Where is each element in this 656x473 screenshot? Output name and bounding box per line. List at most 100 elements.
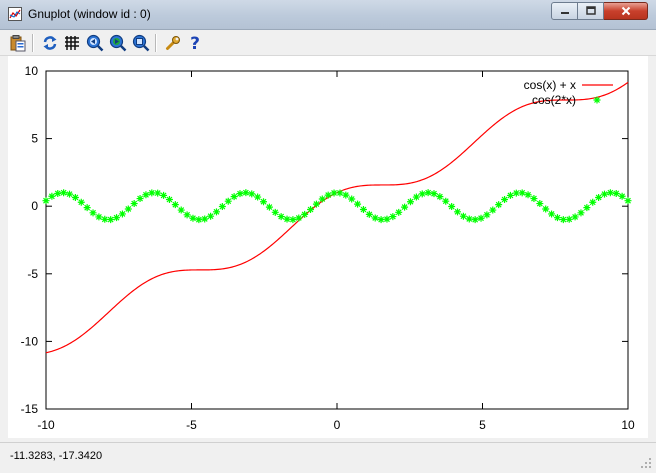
data-point bbox=[618, 192, 626, 200]
data-point bbox=[165, 195, 173, 203]
data-point bbox=[389, 213, 397, 221]
data-point bbox=[495, 201, 503, 209]
data-point bbox=[236, 190, 244, 198]
data-point bbox=[571, 213, 579, 221]
data-point bbox=[89, 209, 97, 217]
y-tick-label: -10 bbox=[21, 334, 39, 348]
data-point bbox=[113, 214, 121, 222]
series-points-cos-2x bbox=[42, 189, 632, 224]
grid-button[interactable] bbox=[62, 33, 82, 53]
y-tick-label: -15 bbox=[21, 402, 39, 416]
clipboard-icon bbox=[10, 35, 26, 52]
data-point bbox=[318, 195, 326, 203]
data-point bbox=[436, 193, 444, 201]
data-point bbox=[471, 216, 479, 224]
gnuplot-app-icon bbox=[8, 7, 22, 21]
close-button[interactable] bbox=[604, 2, 648, 20]
data-point bbox=[301, 210, 309, 218]
chart: -10 -5 0 5 10 10 5 0 -5 -10 -15 cos(x) + xcos(2*x) bbox=[21, 64, 635, 432]
data-point bbox=[501, 195, 509, 203]
autoscale-button[interactable] bbox=[131, 33, 151, 53]
zoom-next-button[interactable] bbox=[108, 33, 128, 53]
data-point bbox=[395, 208, 403, 216]
data-point bbox=[448, 203, 456, 211]
data-point bbox=[359, 206, 367, 214]
grid-icon bbox=[65, 36, 79, 50]
data-point bbox=[595, 193, 603, 201]
toolbar: ? bbox=[0, 30, 656, 56]
y-tick-label: -5 bbox=[27, 267, 38, 281]
autoscale-icon bbox=[132, 34, 150, 52]
data-point bbox=[177, 206, 185, 214]
zoom-next-icon bbox=[109, 34, 127, 52]
y-tick-label: 0 bbox=[31, 199, 38, 213]
data-point bbox=[577, 209, 585, 217]
data-point bbox=[42, 197, 50, 205]
help-icon: ? bbox=[190, 34, 200, 52]
plot-area[interactable]: -10 -5 0 5 10 10 5 0 -5 -10 -15 cos(x) + x cos(2*x) bbox=[8, 56, 648, 438]
zoom-previous-button[interactable] bbox=[85, 33, 105, 53]
data-point bbox=[442, 197, 450, 205]
series-line-cos-x-plus-x bbox=[45, 81, 629, 354]
title-bar[interactable]: Gnuplot (window id : 0) bbox=[0, 0, 656, 30]
data-point bbox=[418, 190, 426, 198]
data-point bbox=[542, 205, 550, 213]
data-point bbox=[342, 191, 350, 199]
data-point bbox=[124, 205, 132, 213]
data-point bbox=[348, 195, 356, 203]
data-point bbox=[589, 198, 597, 206]
y-tick-label: 5 bbox=[31, 132, 38, 146]
options-button[interactable] bbox=[163, 33, 183, 53]
data-point bbox=[307, 206, 315, 214]
data-point bbox=[83, 204, 91, 212]
data-point bbox=[465, 215, 473, 223]
data-point bbox=[606, 189, 614, 197]
data-point bbox=[242, 189, 250, 197]
data-point bbox=[54, 189, 62, 197]
svg-text:?: ? bbox=[190, 34, 200, 52]
maximize-button[interactable] bbox=[578, 2, 604, 20]
data-point bbox=[371, 214, 379, 222]
data-point bbox=[530, 195, 538, 203]
help-button[interactable]: ? bbox=[185, 33, 205, 53]
data-point bbox=[583, 204, 591, 212]
data-point bbox=[218, 203, 226, 211]
data-point bbox=[365, 210, 373, 218]
data-point bbox=[271, 208, 279, 216]
data-point bbox=[354, 200, 362, 208]
minimize-button[interactable] bbox=[551, 2, 578, 20]
data-point bbox=[136, 195, 144, 203]
maximize-icon bbox=[585, 6, 596, 15]
close-icon bbox=[621, 6, 630, 16]
data-point bbox=[189, 214, 197, 222]
data-point bbox=[312, 200, 320, 208]
data-point bbox=[71, 193, 79, 201]
copy-to-clipboard-button[interactable] bbox=[8, 33, 28, 53]
x-tick-label: -5 bbox=[186, 418, 197, 432]
data-point bbox=[536, 200, 544, 208]
data-point bbox=[454, 208, 462, 216]
data-point bbox=[118, 210, 126, 218]
data-point bbox=[260, 198, 268, 206]
zoom-previous-icon bbox=[86, 34, 104, 52]
legend-label-series-1: cos(x) + x bbox=[524, 78, 576, 92]
wrench-icon bbox=[166, 36, 180, 50]
data-point bbox=[483, 211, 491, 219]
x-tick-label: 0 bbox=[334, 418, 341, 432]
replot-button[interactable] bbox=[40, 33, 60, 53]
legend-label-series-2: cos(2*x) bbox=[532, 93, 576, 107]
data-point bbox=[248, 190, 256, 198]
window-controls bbox=[551, 2, 648, 22]
data-point bbox=[624, 197, 632, 205]
data-point bbox=[66, 190, 74, 198]
x-tick-label: 10 bbox=[621, 418, 635, 432]
window-title: Gnuplot (window id : 0) bbox=[28, 7, 151, 21]
data-point bbox=[160, 191, 168, 199]
data-point bbox=[195, 216, 203, 224]
data-point bbox=[289, 216, 297, 224]
resize-grip-icon[interactable] bbox=[640, 457, 652, 469]
y-tick-label: 10 bbox=[25, 64, 39, 78]
data-point bbox=[295, 214, 303, 222]
data-point bbox=[424, 189, 432, 197]
data-point bbox=[265, 203, 273, 211]
